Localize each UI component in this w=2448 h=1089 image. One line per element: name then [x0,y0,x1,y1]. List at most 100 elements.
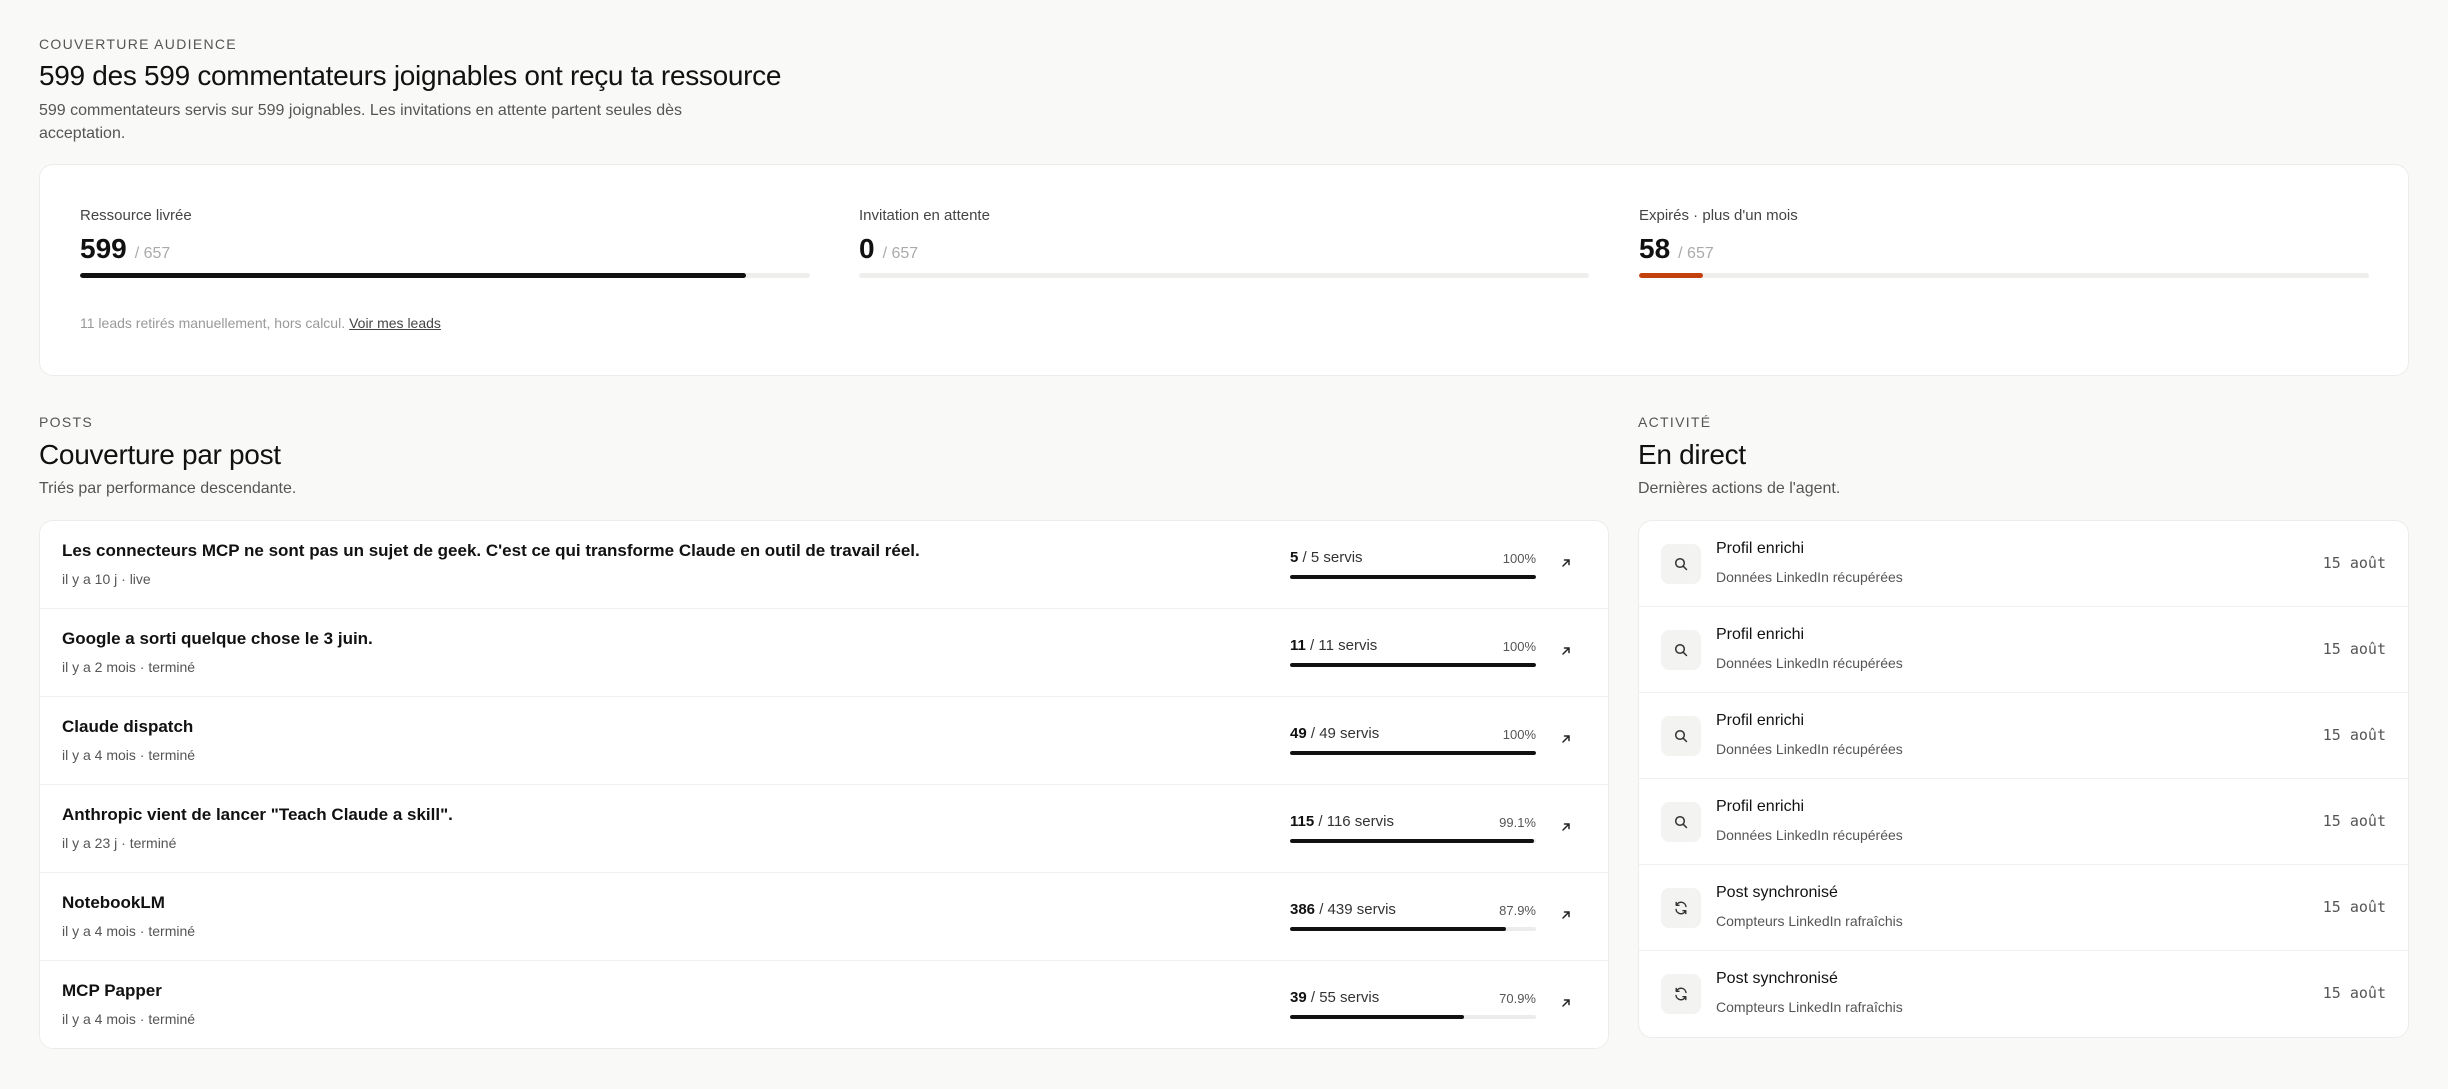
open-post-icon[interactable] [1554,727,1578,751]
post-row[interactable]: Les connecteurs MCP ne sont pas un sujet… [40,521,1608,609]
post-total: / 49 servis [1310,725,1380,742]
post-percentage: 70.9% [1499,991,1536,1006]
search-icon [1661,630,1701,670]
activity-title: Profil enrichi [1716,626,1805,643]
activity-title: Post synchronisé [1716,884,1838,901]
post-title: NotebookLM [62,893,165,912]
post-meta: il y a 4 mois · terminé [62,1011,196,1027]
post-meta: il y a 4 mois · terminé [62,747,196,763]
stat-pending: Invitation en attente 0 / 657 [859,207,1589,278]
post-title: Claude dispatch [62,717,194,736]
section-subtitle: Triés par performance descendante. [39,480,297,497]
stat-label: Ressource livrée [80,207,192,224]
post-row[interactable]: NotebookLM il y a 4 mois · terminé 386 /… [40,873,1608,961]
activity-description: Données LinkedIn récupérées [1716,741,1903,757]
open-post-icon[interactable] [1554,991,1578,1015]
open-post-icon[interactable] [1554,639,1578,663]
post-progress-bar [1290,663,1536,667]
stat-value: 58 [1639,233,1671,264]
stat-progress-bar [859,273,1589,278]
post-progress-fill [1290,751,1536,755]
posts-list: Les connecteurs MCP ne sont pas un sujet… [39,520,1609,1049]
post-served-count: 11 [1290,637,1306,654]
search-icon [1661,802,1701,842]
stat-total: / 657 [134,245,171,262]
activity-title: Profil enrichi [1716,712,1805,729]
post-percentage: 100% [1502,551,1536,566]
post-coverage: 5 / 5 servis 100% [1290,549,1536,579]
activity-feed: Profil enrichi Données LinkedIn récupéré… [1638,520,2409,1038]
section-eyebrow: POSTS [39,414,93,430]
activity-date: 15 août [2322,554,2386,572]
activity-date: 15 août [2322,984,2386,1002]
activity-item: Post synchronisé Compteurs LinkedIn rafr… [1639,951,2408,1037]
post-coverage: 11 / 11 servis 100% [1290,637,1536,667]
stat-label: Expirés · plus d'un mois [1639,207,1798,224]
activity-description: Données LinkedIn récupérées [1716,827,1903,843]
activity-description: Données LinkedIn récupérées [1716,655,1903,671]
open-post-icon[interactable] [1554,551,1578,575]
activity-item: Profil enrichi Données LinkedIn récupéré… [1639,693,2408,779]
stat-total: / 657 [882,245,919,262]
activity-item: Profil enrichi Données LinkedIn récupéré… [1639,521,2408,607]
post-total: / 55 servis [1310,989,1380,1006]
stats-note-text: 11 leads retirés manuellement, hors calc… [80,315,346,331]
stat-progress-bar [1639,273,2369,278]
post-total: / 116 servis [1318,813,1394,830]
post-served-count: 5 [1290,549,1299,566]
activity-item: Post synchronisé Compteurs LinkedIn rafr… [1639,865,2408,951]
post-progress-bar [1290,927,1536,931]
post-progress-bar [1290,575,1536,579]
post-progress-fill [1290,839,1534,843]
post-coverage: 49 / 49 servis 100% [1290,725,1536,755]
post-percentage: 99.1% [1499,815,1536,830]
post-progress-fill [1290,927,1507,931]
post-meta: il y a 10 j · live [62,571,151,587]
post-served-count: 49 [1290,725,1307,742]
open-post-icon[interactable] [1554,903,1578,927]
post-row[interactable]: Claude dispatch il y a 4 mois · terminé … [40,697,1608,785]
post-title: MCP Papper [62,981,162,1000]
post-total: / 5 servis [1302,549,1363,566]
post-served-count: 39 [1290,989,1307,1006]
activity-item: Profil enrichi Données LinkedIn récupéré… [1639,607,2408,693]
post-title: Google a sorti quelque chose le 3 juin. [62,629,373,648]
post-row[interactable]: Google a sorti quelque chose le 3 juin. … [40,609,1608,697]
post-progress-fill [1290,663,1536,667]
open-post-icon[interactable] [1554,815,1578,839]
post-percentage: 87.9% [1499,903,1536,918]
post-progress-bar [1290,1015,1536,1019]
page-title: 599 des 599 commentateurs joignables ont… [39,60,782,91]
post-row[interactable]: MCP Papper il y a 4 mois · terminé 39 / … [40,961,1608,1048]
stats-card: Ressource livrée 599 / 657 Invitation en… [39,164,2409,376]
page-subtitle: 599 commentateurs servis sur 599 joignab… [39,102,683,142]
search-icon [1661,544,1701,584]
activity-description: Compteurs LinkedIn rafraîchis [1716,999,1903,1015]
post-progress-bar [1290,839,1536,843]
post-progress-fill [1290,1015,1465,1019]
stat-progress-bar [80,273,810,278]
activity-date: 15 août [2322,640,2386,658]
refresh-icon [1661,974,1701,1014]
stat-expired: Expirés · plus d'un mois 58 / 657 [1639,207,2369,278]
activity-date: 15 août [2322,898,2386,916]
post-total: / 11 servis [1310,637,1378,654]
post-row[interactable]: Anthropic vient de lancer "Teach Claude … [40,785,1608,873]
post-coverage: 386 / 439 servis 87.9% [1290,901,1536,931]
view-leads-link[interactable]: Voir mes leads [349,315,441,331]
section-eyebrow: ACTIVITÉ [1638,414,1712,430]
post-title: Les connecteurs MCP ne sont pas un sujet… [62,541,920,560]
post-percentage: 100% [1502,639,1536,654]
stat-delivered: Ressource livrée 599 / 657 [80,207,810,278]
post-meta: il y a 23 j · terminé [62,835,177,851]
stat-progress-fill [1639,273,1704,278]
activity-title: Profil enrichi [1716,540,1805,557]
activity-date: 15 août [2322,726,2386,744]
activity-description: Compteurs LinkedIn rafraîchis [1716,913,1903,929]
refresh-icon [1661,888,1701,928]
section-eyebrow: COUVERTURE AUDIENCE [39,36,237,52]
activity-title: Post synchronisé [1716,970,1838,987]
search-icon [1661,716,1701,756]
stat-progress-fill [80,273,746,278]
post-meta: il y a 4 mois · terminé [62,923,196,939]
